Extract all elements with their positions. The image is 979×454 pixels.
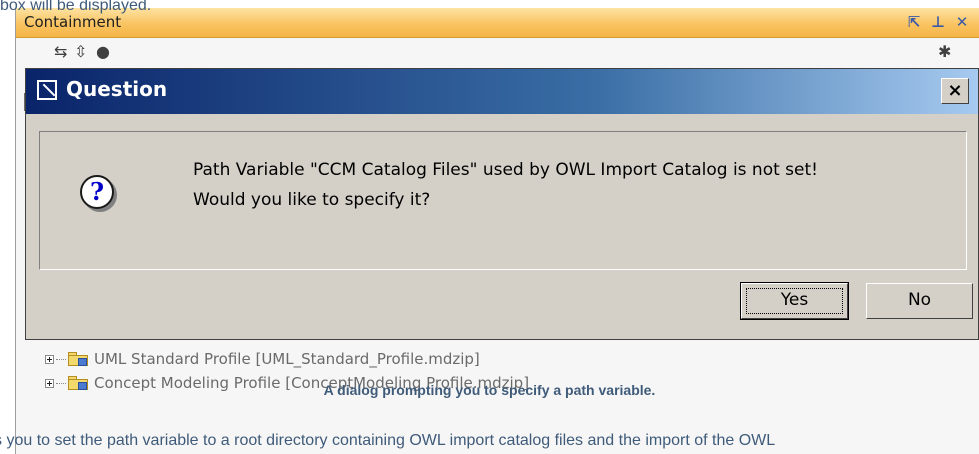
settings-icon[interactable]: ✱	[938, 42, 951, 61]
dialog-titlebar[interactable]: Question ×	[26, 69, 978, 114]
sort-icon[interactable]: ⇳	[74, 42, 87, 61]
figure-caption: A dialog prompting you to specify a path…	[323, 382, 656, 398]
focus-rectangle	[746, 288, 843, 314]
search-icon[interactable]: ●	[96, 42, 110, 61]
collapse-icon[interactable]: ⇆	[54, 42, 67, 61]
expand-icon[interactable]	[45, 354, 54, 364]
no-button[interactable]: No	[866, 283, 973, 319]
question-dialog: Question × ? Path Variable "CCM Catalog …	[25, 68, 979, 340]
pin-icon[interactable]: ⊥	[929, 13, 947, 31]
app-icon	[37, 80, 57, 100]
message-area: ? Path Variable "CCM Catalog Files" used…	[39, 131, 967, 270]
close-icon[interactable]: ✕	[953, 13, 971, 31]
panel-title: Containment	[24, 13, 122, 31]
restore-icon[interactable]: ⇱	[905, 13, 923, 31]
dialog-close-button[interactable]: ×	[941, 78, 969, 104]
page-text-bottom: s you to set the path variable to a root…	[0, 432, 776, 449]
message-line-1: Path Variable "CCM Catalog Files" used b…	[193, 160, 818, 180]
tree-connector	[56, 358, 66, 360]
tree-item-uml-standard-profile[interactable]: UML Standard Profile [UML_Standard_Profi…	[45, 348, 480, 370]
message-line-2: Would you like to specify it?	[193, 190, 431, 210]
panel-toolbar: ⇆ ⇳ ● ✱	[16, 38, 979, 68]
dialog-title: Question	[66, 77, 168, 101]
package-folder-icon	[68, 352, 88, 366]
question-icon: ?	[80, 175, 114, 209]
page-text-top: box will be displayed.	[0, 0, 152, 14]
tree-item-label: UML Standard Profile [UML_Standard_Profi…	[94, 350, 480, 368]
panel-header: Containment ⇱ ⊥ ✕	[16, 8, 979, 38]
yes-button[interactable]: Yes	[740, 282, 849, 320]
